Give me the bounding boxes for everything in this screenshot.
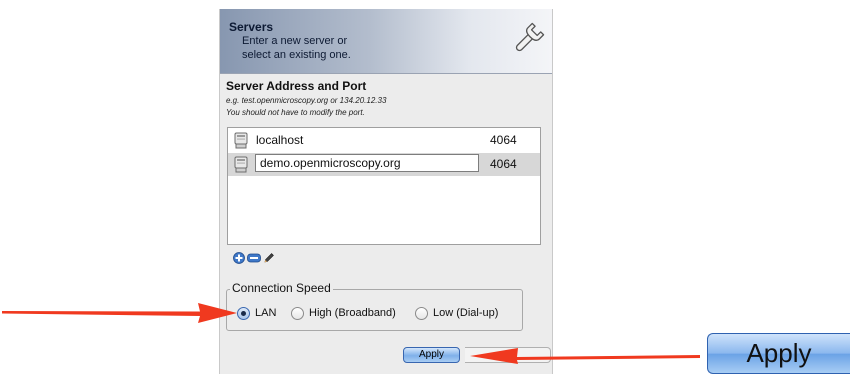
server-row-demo[interactable]: 4064 [228,153,540,176]
header-title: Servers [229,20,274,34]
radio-high-broadband[interactable]: High (Broadband) [291,305,396,321]
server-host-input[interactable] [255,154,479,172]
plus-icon[interactable] [233,252,245,264]
arrow-to-lan [2,303,237,323]
button-background-ghost [465,347,551,363]
radio-button[interactable] [291,306,304,320]
dialog-header: Servers Enter a new server or select an … [220,9,552,74]
server-dialog: Servers Enter a new server or select an … [219,9,553,374]
server-icon [234,156,248,173]
connection-speed-legend: Connection Speed [230,281,333,295]
server-icon [234,132,248,149]
port-hint: You should not have to modify the port. [226,108,365,117]
server-host: localhost [256,133,304,147]
server-list[interactable]: localhost 4064 4064 [227,127,541,245]
header-subtitle-line1: Enter a new server or [242,35,348,47]
radio-button-selected[interactable] [237,306,250,320]
server-row-localhost[interactable]: localhost 4064 [228,129,540,152]
connection-speed-group: Connection Speed LAN High (Broadband) Lo… [226,281,523,331]
radio-label-low: Low (Dial-up) [433,307,499,319]
apply-button-zoomed[interactable]: Apply [707,333,850,374]
server-port[interactable]: 4064 [490,157,517,171]
radio-lan[interactable]: LAN [237,305,276,321]
server-port[interactable]: 4064 [490,133,517,147]
wrench-icon [515,22,545,52]
header-subtitle-line2: select an existing one. [242,49,351,61]
address-section-title: Server Address and Port [226,79,367,93]
apply-button[interactable]: Apply [403,347,460,363]
radio-label-lan: LAN [255,307,277,319]
radio-low-dialup[interactable]: Low (Dial-up) [415,305,498,321]
minus-icon[interactable] [247,252,261,264]
address-example-hint: e.g. test.openmicroscopy.org or 134.20.1… [226,96,387,105]
pencil-icon[interactable] [263,252,275,264]
radio-button[interactable] [415,306,428,320]
radio-label-high: High (Broadband) [309,307,396,319]
